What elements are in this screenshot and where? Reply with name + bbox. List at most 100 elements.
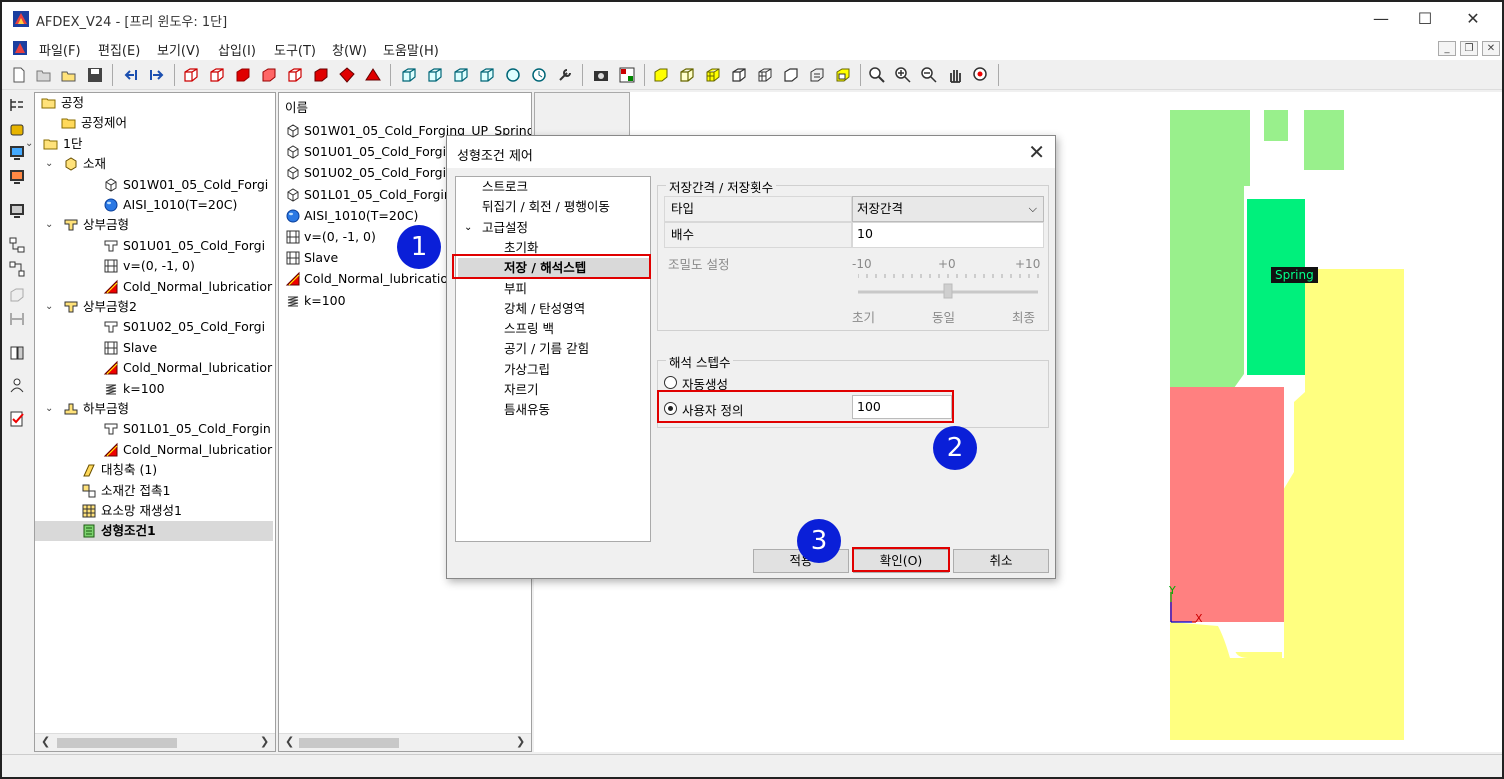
mdi-minimize-button[interactable]: _ bbox=[1438, 41, 1456, 56]
cube-wire-icon[interactable] bbox=[182, 66, 200, 84]
export-icon[interactable] bbox=[148, 66, 166, 84]
list-item[interactable]: Slave bbox=[285, 248, 338, 268]
dialog-tree-item[interactable]: 뒤집기 / 회전 / 평행이동 bbox=[482, 197, 610, 217]
dialog-tree-item[interactable]: 스트로크 bbox=[482, 177, 528, 197]
chevron-down-icon[interactable]: ⌄ bbox=[464, 218, 472, 238]
view-reset-icon[interactable] bbox=[530, 66, 548, 84]
tree-item[interactable]: Cold_Normal_lubricatior bbox=[103, 358, 272, 378]
menu-help[interactable]: 도움말(H) bbox=[383, 40, 439, 59]
cube-rotate-icon[interactable] bbox=[338, 66, 356, 84]
list-item[interactable]: AISI_1010(T=20C) bbox=[285, 206, 418, 226]
dialog-tree-item[interactable]: 강체 / 탄성영역 bbox=[504, 299, 585, 319]
tree-item[interactable]: Cold_Normal_lubricatior bbox=[103, 277, 272, 297]
list-item[interactable]: S01L01_05_Cold_Forgin bbox=[285, 185, 452, 205]
dialog-tree-item[interactable]: 스프링 백 bbox=[504, 319, 554, 339]
scroll-left-icon[interactable]: ❮ bbox=[285, 735, 294, 748]
tree-item[interactable]: ⌄ 소재 bbox=[45, 154, 106, 174]
scroll-right-icon[interactable]: ❯ bbox=[260, 735, 269, 748]
mdi-restore-button[interactable]: ❐ bbox=[1460, 41, 1478, 56]
scroll-left-icon[interactable]: ❮ bbox=[41, 735, 50, 748]
maximize-button[interactable]: ☐ bbox=[1402, 6, 1448, 32]
zoom-in-icon[interactable] bbox=[894, 66, 912, 84]
tree-item[interactable]: 소재간 접촉1 bbox=[81, 481, 170, 501]
list-header-name[interactable]: 이름 bbox=[285, 97, 308, 116]
hierarchy-icon[interactable] bbox=[8, 236, 26, 254]
chevron-down-icon[interactable]: ⌄ bbox=[45, 154, 57, 174]
chevron-down-icon[interactable]: ⌄ bbox=[45, 215, 57, 235]
tree-item[interactable]: 성형조건1 bbox=[35, 521, 273, 542]
monitor-result-icon[interactable] bbox=[8, 168, 26, 186]
tree-item[interactable]: v=(0, -1, 0) bbox=[103, 256, 195, 276]
tree-item[interactable]: S01L01_05_Cold_Forgin bbox=[103, 419, 271, 439]
tree-item[interactable]: Cold_Normal_lubricatior bbox=[103, 440, 272, 460]
cube-shade-icon[interactable] bbox=[312, 66, 330, 84]
cube-edge-icon[interactable] bbox=[286, 66, 304, 84]
zoom-window-icon[interactable] bbox=[920, 66, 938, 84]
open-file-icon[interactable] bbox=[35, 66, 53, 84]
scroll-thumb[interactable] bbox=[57, 738, 177, 748]
scroll-thumb[interactable] bbox=[299, 738, 399, 748]
grid-display-icon[interactable] bbox=[618, 66, 636, 84]
view-front-icon[interactable] bbox=[426, 66, 444, 84]
menu-view[interactable]: 보기(V) bbox=[157, 40, 200, 59]
list-item[interactable]: k=100 bbox=[285, 291, 346, 311]
box-multi-icon[interactable] bbox=[834, 66, 852, 84]
list-horizontal-scrollbar[interactable]: ❮ ❯ bbox=[279, 733, 531, 751]
chevron-down-icon[interactable]: ⌄ bbox=[25, 134, 37, 154]
cancel-button[interactable]: 취소 bbox=[953, 549, 1049, 573]
monitor-color-icon[interactable] bbox=[8, 144, 26, 162]
tree-item[interactable]: 공정 bbox=[41, 93, 84, 113]
minimize-button[interactable]: — bbox=[1358, 6, 1404, 32]
list-item[interactable]: S01U01_05_Cold_Forgin bbox=[285, 142, 454, 162]
checklist-icon[interactable] bbox=[8, 410, 26, 428]
multiplier-input[interactable]: 10 bbox=[852, 222, 1044, 248]
dialog-tree-item[interactable]: 자르기 bbox=[504, 380, 539, 400]
box-wire-icon[interactable] bbox=[730, 66, 748, 84]
type-select[interactable]: 저장간격 ⌵ bbox=[852, 196, 1044, 222]
wrench-icon[interactable] bbox=[556, 66, 574, 84]
hand-tool-icon[interactable] bbox=[8, 120, 26, 138]
dialog-tree-item[interactable]: 공기 / 기름 갇힘 bbox=[504, 339, 589, 359]
import-icon[interactable] bbox=[122, 66, 140, 84]
pan-hand-icon[interactable] bbox=[946, 66, 964, 84]
tree-item[interactable]: Slave bbox=[103, 338, 157, 358]
user-icon[interactable] bbox=[8, 376, 26, 394]
dialog-tree-item[interactable]: 가상그립 bbox=[504, 360, 550, 380]
menu-tools[interactable]: 도구(T) bbox=[274, 40, 316, 59]
menu-edit[interactable]: 편집(E) bbox=[98, 40, 140, 59]
tree-item[interactable]: ⌄ 상부금형 bbox=[45, 215, 129, 235]
box-mesh-icon[interactable] bbox=[756, 66, 774, 84]
tree-item[interactable]: 대칭축 (1) bbox=[81, 460, 157, 480]
mdi-close-button[interactable]: ✕ bbox=[1482, 41, 1500, 56]
close-button[interactable]: ✕ bbox=[1450, 6, 1496, 32]
zoom-target-icon[interactable] bbox=[972, 66, 990, 84]
layers-icon[interactable] bbox=[8, 344, 26, 362]
menu-insert[interactable]: 삽입(I) bbox=[218, 40, 256, 59]
list-item[interactable]: Cold_Normal_lubrication bbox=[285, 269, 456, 289]
tree-item[interactable]: k=100 bbox=[103, 379, 165, 399]
dialog-tree-item[interactable]: 틈새유동 bbox=[504, 400, 550, 420]
chevron-down-icon[interactable]: ⌄ bbox=[45, 399, 57, 419]
tree-item[interactable]: AISI_1010(T=20C) bbox=[103, 195, 237, 215]
view-side-icon[interactable] bbox=[478, 66, 496, 84]
cube-section-icon[interactable] bbox=[364, 66, 382, 84]
branch-icon[interactable] bbox=[8, 260, 26, 278]
view-rotate-icon[interactable] bbox=[504, 66, 522, 84]
cube-solid-icon[interactable] bbox=[234, 66, 252, 84]
open-folder-icon[interactable] bbox=[60, 66, 78, 84]
tree-item[interactable]: ⌄ 1단 bbox=[25, 134, 82, 154]
auto-generate-radio[interactable] bbox=[664, 376, 677, 389]
chevron-down-icon[interactable]: ⌄ bbox=[45, 297, 57, 317]
tree-item[interactable]: ⌄ 상부금형2 bbox=[45, 297, 137, 317]
zoom-fit-icon[interactable] bbox=[868, 66, 886, 84]
camera-icon[interactable] bbox=[592, 66, 610, 84]
menu-window[interactable]: 창(W) bbox=[332, 40, 367, 59]
list-item[interactable]: S01U02_05_Cold_Forgin bbox=[285, 163, 454, 183]
tree-horizontal-scrollbar[interactable]: ❮ ❯ bbox=[35, 733, 275, 751]
cube-half-icon[interactable] bbox=[260, 66, 278, 84]
view-top-icon[interactable] bbox=[452, 66, 470, 84]
menu-file[interactable]: 파일(F) bbox=[39, 40, 81, 59]
tree-view-icon[interactable] bbox=[8, 96, 26, 114]
box-swap-icon[interactable] bbox=[808, 66, 826, 84]
monitor-icon[interactable] bbox=[8, 202, 26, 220]
